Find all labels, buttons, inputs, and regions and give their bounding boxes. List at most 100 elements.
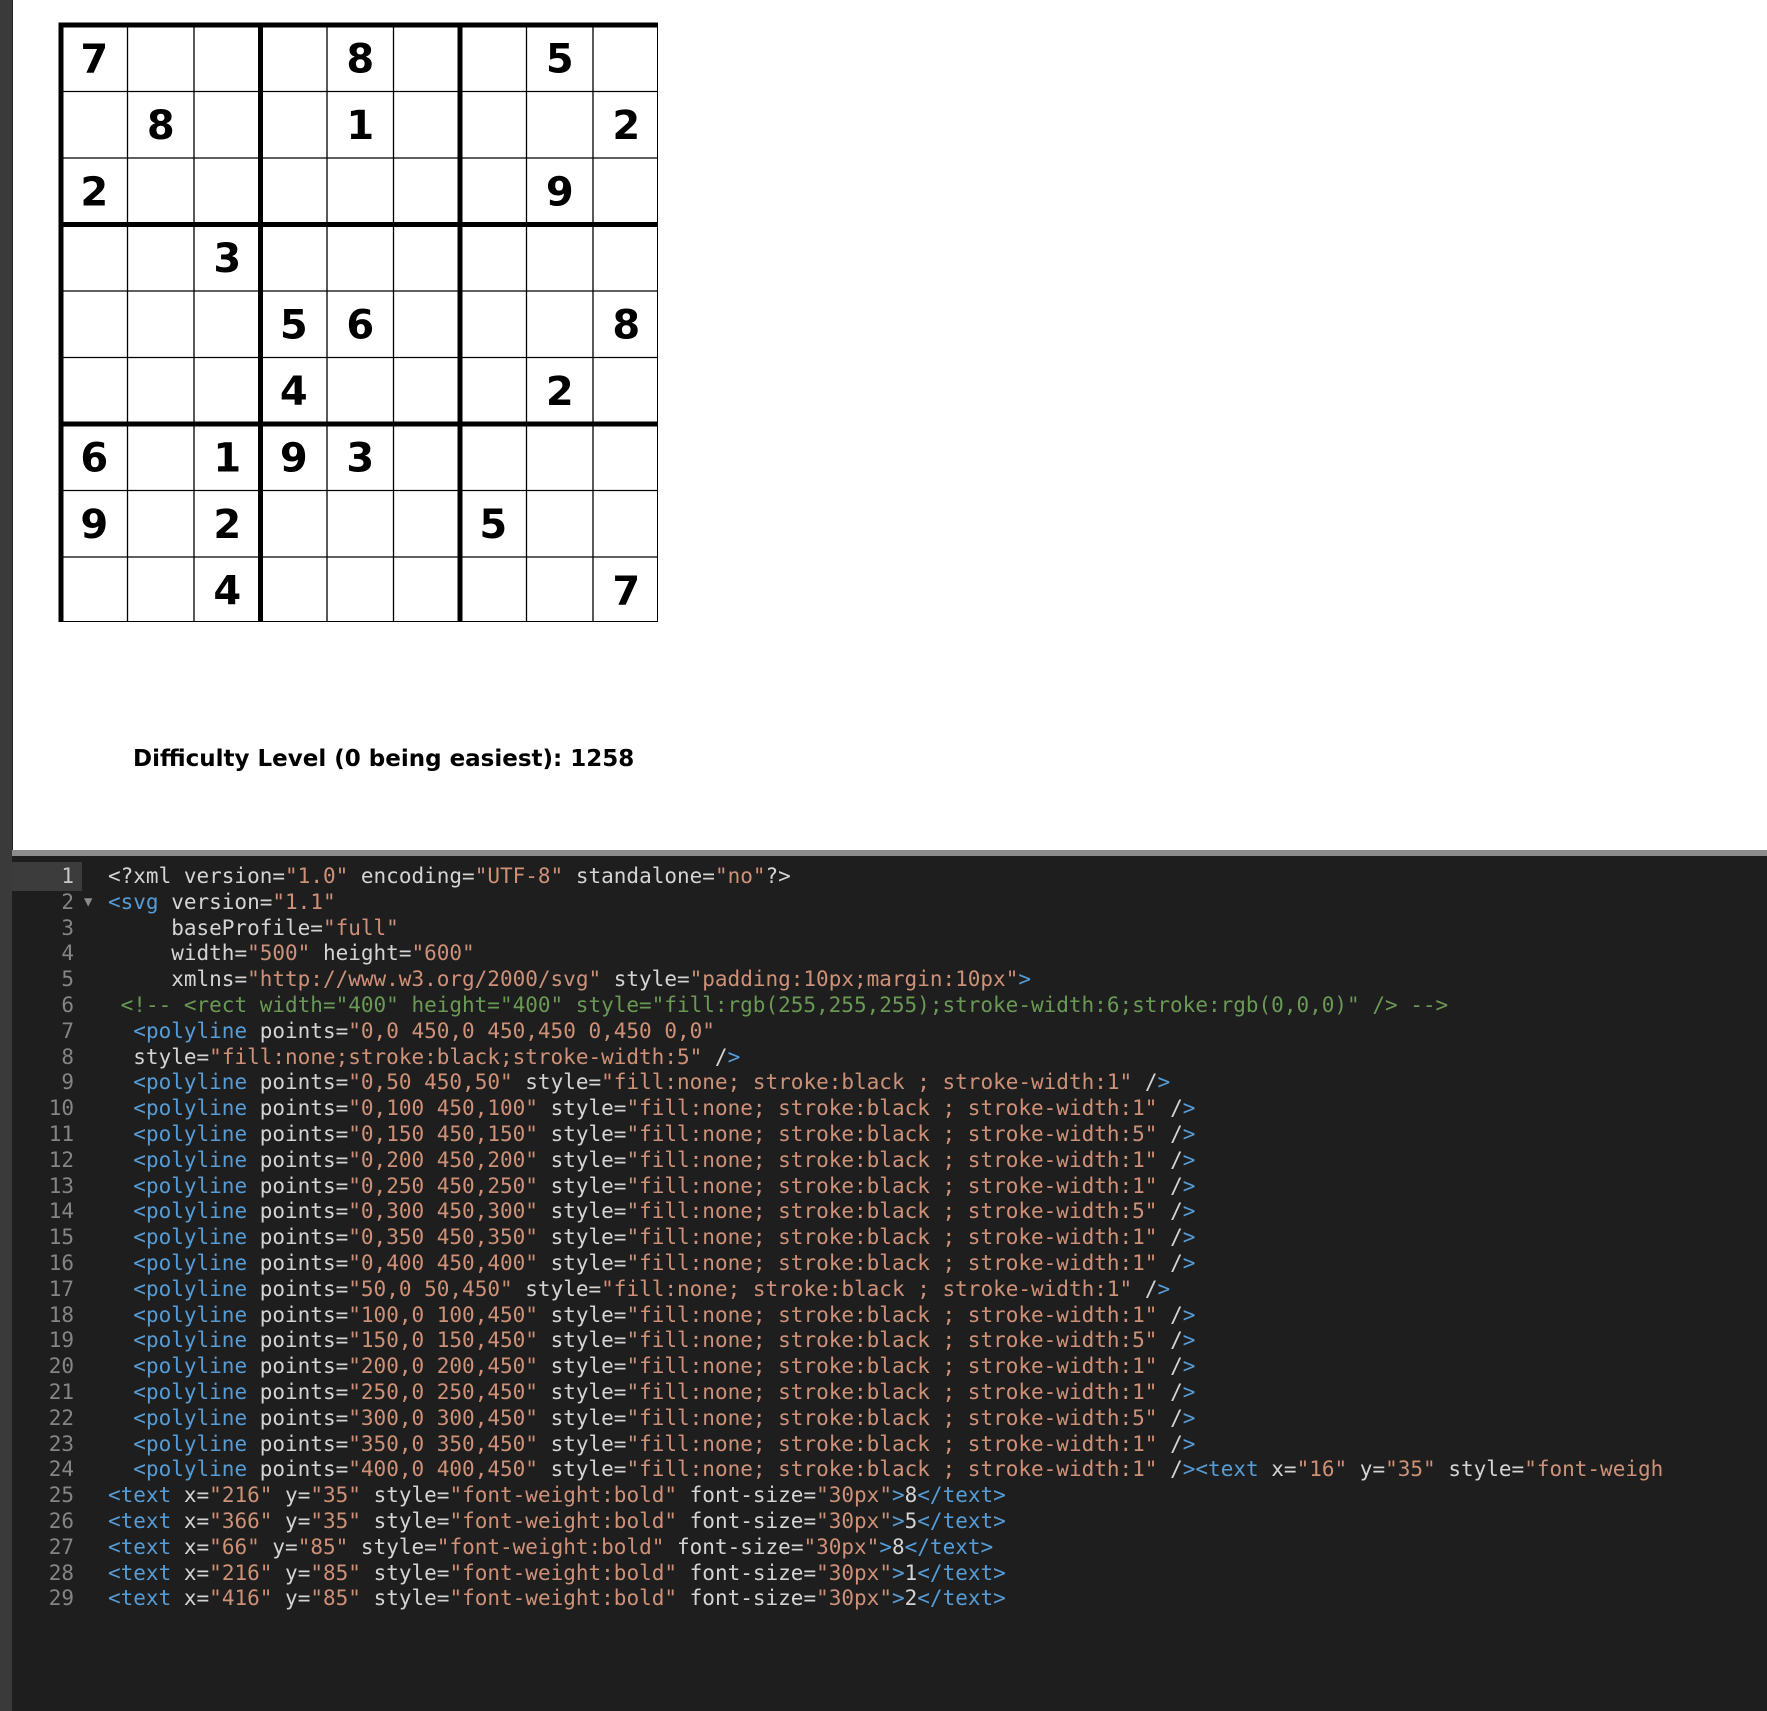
code-line[interactable]: 2 ▼ <svg version="1.1": [12, 888, 1767, 917]
code-text: <polyline points="0,0 450,0 450,450 0,45…: [133, 1018, 715, 1043]
code-line[interactable]: 9 <polyline points="0,50 450,50" style="…: [12, 1068, 1767, 1097]
code-text: baseProfile="full": [108, 915, 399, 940]
code-text: <polyline points="0,200 450,200" style="…: [133, 1147, 1196, 1172]
code-line[interactable]: 3 baseProfile="full": [12, 914, 1767, 943]
code-line[interactable]: 24 <polyline points="400,0 400,450" styl…: [12, 1455, 1767, 1484]
code-text: <polyline points="250,0 250,450" style="…: [133, 1380, 1196, 1404]
code-line[interactable]: 1 <?xml version="1.0" encoding="UTF-8" st…: [12, 862, 1767, 891]
code-line[interactable]: 11 <polyline points="0,150 450,150" styl…: [12, 1120, 1767, 1149]
sudoku-digit: 3: [213, 236, 241, 282]
code-line[interactable]: 12 <polyline points="0,200 450,200" styl…: [12, 1146, 1767, 1175]
code-text: <polyline points="0,50 450,50" style="fi…: [133, 1070, 1171, 1095]
line-number: 22: [48, 1405, 74, 1430]
sudoku-digit: 2: [612, 103, 640, 149]
sudoku-digit: 6: [80, 435, 108, 481]
line-number: 24: [48, 1457, 74, 1482]
line-number: 19: [48, 1328, 74, 1353]
code-line[interactable]: 26 <text x="366" y="35" style="font-weigh…: [12, 1507, 1767, 1536]
code-text: width="500" height="600": [108, 941, 475, 966]
line-number: 27: [48, 1534, 74, 1559]
code-text: xmlns="http://www.w3.org/2000/svg" style…: [108, 967, 1032, 992]
sudoku-digit: 4: [280, 369, 308, 415]
sudoku-digit: 7: [80, 36, 108, 82]
line-number: 11: [48, 1122, 74, 1146]
line-number: 4: [61, 941, 74, 966]
line-number: 8: [61, 1044, 74, 1069]
line-number: 7: [61, 1018, 74, 1043]
code-text: <polyline points="0,300 450,300" style="…: [133, 1199, 1196, 1224]
code-line[interactable]: 19 <polyline points="150,0 150,450" styl…: [12, 1326, 1767, 1355]
code-line[interactable]: 7 <polyline points="0,0 450,0 450,450 0,…: [12, 1017, 1767, 1046]
line-number: 15: [48, 1225, 74, 1250]
code-text: <text x="216" y="35" style="font-weight:…: [108, 1483, 1006, 1508]
code-text: <svg version="1.1": [108, 889, 336, 914]
code-line[interactable]: 16 <polyline points="0,400 450,400" styl…: [12, 1249, 1767, 1278]
code-line[interactable]: 29 <text x="416" y="85" style="font-weigh…: [12, 1584, 1767, 1613]
code-line[interactable]: 18 <polyline points="100,0 100,450" styl…: [12, 1301, 1767, 1330]
code-text: <?xml version="1.0" encoding="UTF-8" sta…: [108, 864, 791, 888]
code-line[interactable]: 15 <polyline points="0,350 450,350" styl…: [12, 1223, 1767, 1252]
sudoku-digit: 9: [280, 435, 308, 481]
code-line[interactable]: 6 <!-- <rect width="400" height="400" st…: [12, 991, 1767, 1020]
code-text: <polyline points="0,350 450,350" style="…: [133, 1225, 1196, 1250]
line-number: 28: [48, 1560, 74, 1585]
line-number: 17: [48, 1276, 74, 1301]
line-number: 14: [48, 1199, 74, 1224]
line-number: 18: [48, 1302, 74, 1327]
code-line[interactable]: 20 <polyline points="200,0 200,450" styl…: [12, 1352, 1767, 1381]
line-number: 3: [61, 915, 74, 940]
code-text: <text x="216" y="85" style="font-weight:…: [108, 1560, 1006, 1585]
sudoku-digit: 5: [479, 502, 507, 548]
sudoku-digit: 4: [213, 568, 241, 614]
sudoku-digit: 2: [213, 502, 241, 548]
code-line[interactable]: 10 <polyline points="0,100 450,100" styl…: [12, 1094, 1767, 1123]
code-line[interactable]: 23 <polyline points="350,0 350,450" styl…: [12, 1430, 1767, 1459]
code-text: <text x="366" y="35" style="font-weight:…: [108, 1509, 1006, 1533]
code-text: <!-- <rect width="400" height="400" styl…: [120, 993, 1449, 1017]
code-line[interactable]: 21 <polyline points="250,0 250,450" styl…: [12, 1378, 1767, 1407]
code-text: <text x="416" y="85" style="font-weight:…: [108, 1586, 1006, 1611]
code-text: <polyline points="100,0 100,450" style="…: [133, 1302, 1196, 1327]
sudoku-digit: 7: [612, 568, 640, 614]
code-line[interactable]: 27 <text x="66" y="85" style="font-weight…: [12, 1533, 1767, 1562]
code-text: <polyline points="0,100 450,100" style="…: [133, 1096, 1196, 1121]
line-number: 20: [48, 1354, 74, 1379]
sudoku-digit: 2: [80, 169, 108, 215]
code-line[interactable]: 4 width="500" height="600": [12, 939, 1767, 968]
line-number: 9: [61, 1070, 74, 1095]
line-number: 5: [61, 967, 74, 992]
sudoku-digit: 5: [280, 302, 308, 348]
sudoku-digit: 1: [213, 435, 241, 481]
code-line[interactable]: 25 <text x="216" y="35" style="font-weigh…: [12, 1481, 1767, 1510]
code-line[interactable]: 28 <text x="216" y="85" style="font-weigh…: [12, 1559, 1767, 1588]
sudoku-digit: 9: [80, 502, 108, 548]
code-text: <polyline points="150,0 150,450" style="…: [133, 1328, 1196, 1353]
code-line[interactable]: 14 <polyline points="0,300 450,300" styl…: [12, 1197, 1767, 1226]
code-line[interactable]: 13 <polyline points="0,250 450,250" styl…: [12, 1172, 1767, 1201]
line-number: 23: [48, 1431, 74, 1456]
svg-preview-pane: 78581229356842619392547 Difficulty Level…: [13, 0, 1767, 850]
code-line[interactable]: 22 <polyline points="300,0 300,450" styl…: [12, 1404, 1767, 1433]
code-line[interactable]: 17 <polyline points="50,0 50,450" style=…: [12, 1275, 1767, 1304]
sudoku-digit: 6: [346, 302, 374, 348]
code-line[interactable]: 8 style="fill:none;stroke:black;stroke-w…: [12, 1043, 1767, 1072]
code-line[interactable]: 5 xmlns="http://www.w3.org/2000/svg" sty…: [12, 965, 1767, 994]
code-editor[interactable]: 1 <?xml version="1.0" encoding="UTF-8" st…: [12, 856, 1767, 1711]
sudoku-digit: 2: [546, 369, 574, 415]
code-text: style="fill:none;stroke:black;stroke-wid…: [108, 1044, 741, 1069]
line-number: 13: [48, 1173, 74, 1198]
code-text: <polyline points="0,400 450,400" style="…: [133, 1251, 1196, 1275]
code-text: <polyline points="400,0 400,450" style="…: [133, 1457, 1664, 1482]
fold-toggle-icon[interactable]: ▼: [84, 888, 92, 917]
code-text: <polyline points="0,250 450,250" style="…: [133, 1173, 1196, 1198]
sudoku-digit: 5: [546, 36, 574, 82]
code-text: <polyline points="50,0 50,450" style="fi…: [133, 1276, 1171, 1301]
sudoku-board: 7 8 58 1 22 935 6 84 26 1 9 39 2 54 7: [58, 22, 658, 622]
sudoku-digit: 9: [546, 169, 574, 215]
line-number: 29: [48, 1586, 74, 1611]
line-number: 1: [12, 862, 82, 891]
code-text: <polyline points="300,0 300,450" style="…: [133, 1405, 1196, 1430]
line-number: 6: [61, 993, 74, 1017]
code-text: <polyline points="0,150 450,150" style="…: [133, 1122, 1196, 1146]
code-text: <polyline points="200,0 200,450" style="…: [133, 1354, 1196, 1379]
